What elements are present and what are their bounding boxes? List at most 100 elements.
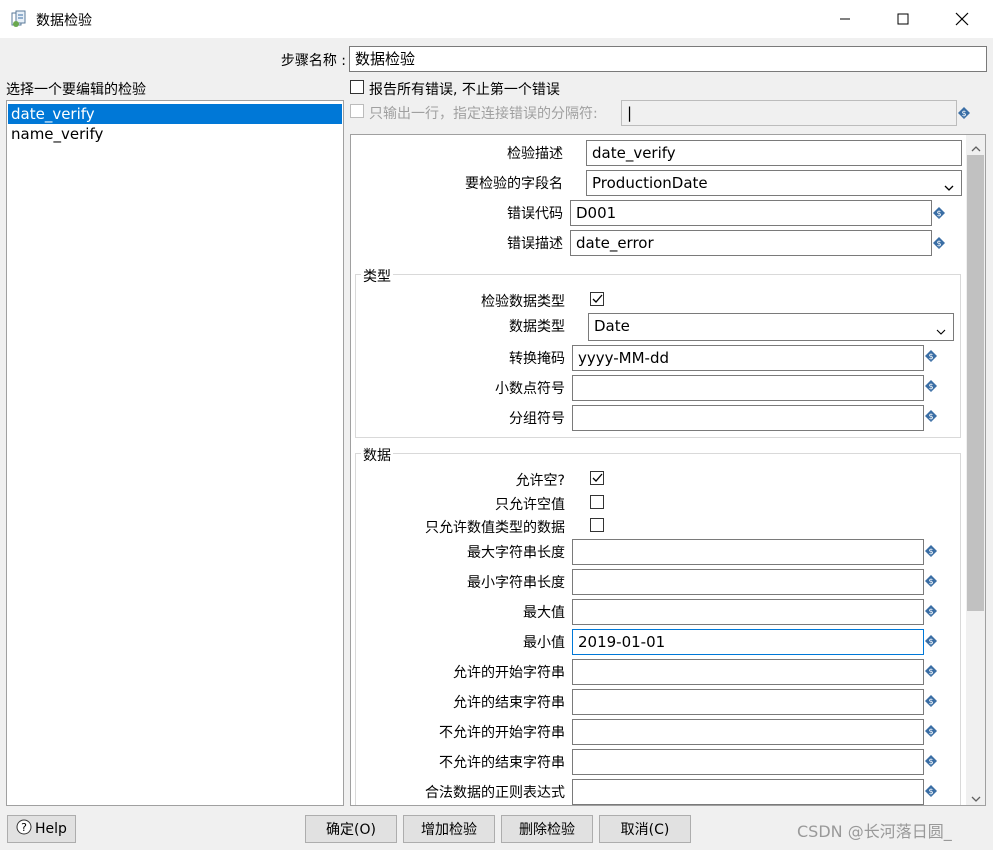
step-name-input[interactable]: 数据检验 <box>349 46 987 72</box>
only-null-label: 只允许空值 <box>495 497 565 513</box>
only-numeric-checkbox[interactable] <box>590 518 604 532</box>
svg-text:$: $ <box>928 787 933 796</box>
single-row-checkbox[interactable] <box>350 104 364 118</box>
svg-text:$: $ <box>928 667 933 676</box>
allow-null-label: 允许空? <box>515 473 565 489</box>
svg-text:?: ? <box>21 821 27 834</box>
variable-icon[interactable]: $ <box>925 755 937 767</box>
data-type-select[interactable]: Date <box>588 313 954 341</box>
start-string-input[interactable] <box>572 659 924 685</box>
description-label: 检验描述 <box>507 146 563 162</box>
data-type-label: 数据类型 <box>509 319 565 335</box>
only-numeric-label: 只允许数值类型的数据 <box>425 520 565 536</box>
svg-text:$: $ <box>928 757 933 766</box>
min-length-input[interactable] <box>572 569 924 595</box>
variable-icon[interactable]: $ <box>925 380 937 392</box>
allow-null-checkbox[interactable] <box>590 471 604 485</box>
min-value-input[interactable]: 2019-01-01 <box>572 629 924 655</box>
svg-text:$: $ <box>928 352 933 361</box>
field-name-label: 要检验的字段名 <box>465 176 563 192</box>
variable-icon[interactable]: $ <box>925 350 937 362</box>
delete-validation-button[interactable]: 删除检验 <box>501 815 593 843</box>
help-label: Help <box>35 821 67 837</box>
not-start-string-label: 不允许的开始字符串 <box>439 725 565 741</box>
report-all-errors-checkbox[interactable] <box>350 80 364 94</box>
variable-icon[interactable]: $ <box>925 575 937 587</box>
svg-text:$: $ <box>928 577 933 586</box>
regex-allowed-label: 合法数据的正则表达式 <box>425 785 565 801</box>
field-name-value: ProductionDate <box>592 174 708 192</box>
decimal-label: 小数点符号 <box>495 381 565 397</box>
start-string-label: 允许的开始字符串 <box>453 665 565 681</box>
window-title: 数据检验 <box>36 13 92 29</box>
help-button[interactable]: ? Help <box>7 815 76 843</box>
report-all-errors-label: 报告所有错误, 不止第一个错误 <box>369 82 560 98</box>
variable-icon[interactable]: $ <box>933 207 945 219</box>
scroll-down-arrow[interactable] <box>971 791 981 807</box>
not-end-string-input[interactable] <box>572 749 924 775</box>
details-scrollbar[interactable] <box>966 135 985 805</box>
data-type-value: Date <box>594 317 630 335</box>
validations-list-header: 选择一个要编辑的检验 <box>6 82 146 98</box>
variable-icon[interactable]: $ <box>925 695 937 707</box>
grouping-input[interactable] <box>572 405 924 431</box>
validation-details-panel: 检验描述 date_verify 要检验的字段名 ProductionDate … <box>350 134 986 806</box>
regex-allowed-input[interactable] <box>572 779 924 805</box>
svg-text:$: $ <box>928 412 933 421</box>
watermark: CSDN @长河落日圆_ <box>797 822 952 841</box>
variable-icon[interactable]: $ <box>933 237 945 249</box>
add-validation-button[interactable]: 增加检验 <box>403 815 495 843</box>
svg-text:$: $ <box>936 239 941 248</box>
separator-input[interactable]: | <box>621 100 957 126</box>
help-icon: ? <box>16 819 32 839</box>
variable-icon[interactable]: $ <box>925 635 937 647</box>
list-item[interactable]: date_verify <box>8 104 342 124</box>
maximize-button[interactable] <box>880 0 926 38</box>
check-type-checkbox[interactable] <box>590 292 604 306</box>
mask-input[interactable]: yyyy-MM-dd <box>572 345 924 371</box>
min-length-label: 最小字符串长度 <box>467 575 565 591</box>
variable-icon[interactable]: $ <box>925 725 937 737</box>
cancel-button[interactable]: 取消(C) <box>599 815 691 843</box>
not-start-string-input[interactable] <box>572 719 924 745</box>
variable-icon[interactable]: $ <box>925 665 937 677</box>
chevron-down-icon <box>943 177 955 195</box>
title-bar: 数据检验 <box>0 0 993 38</box>
type-group-title: 类型 <box>361 266 393 286</box>
variable-icon[interactable]: $ <box>958 107 970 119</box>
field-name-select[interactable]: ProductionDate <box>586 170 962 196</box>
decimal-input[interactable] <box>572 375 924 401</box>
validations-list[interactable]: date_verify name_verify <box>6 100 344 806</box>
single-row-label: 只输出一行，指定连接错误的分隔符: <box>369 106 598 122</box>
svg-text:$: $ <box>928 727 933 736</box>
svg-text:$: $ <box>936 209 941 218</box>
close-button[interactable] <box>939 0 985 38</box>
error-code-label: 错误代码 <box>507 206 563 222</box>
ok-button[interactable]: 确定(O) <box>305 815 397 843</box>
description-input[interactable]: date_verify <box>586 140 962 166</box>
variable-icon[interactable]: $ <box>925 785 937 797</box>
max-length-label: 最大字符串长度 <box>467 545 565 561</box>
grouping-label: 分组符号 <box>509 411 565 427</box>
only-null-checkbox[interactable] <box>590 495 604 509</box>
error-desc-label: 错误描述 <box>507 236 563 252</box>
svg-text:$: $ <box>928 607 933 616</box>
minimize-button[interactable] <box>822 0 868 38</box>
variable-icon[interactable]: $ <box>925 605 937 617</box>
error-code-input[interactable]: D001 <box>570 200 932 226</box>
max-value-input[interactable] <box>572 599 924 625</box>
max-value-label: 最大值 <box>523 605 565 621</box>
error-desc-input[interactable]: date_error <box>570 230 932 256</box>
end-string-input[interactable] <box>572 689 924 715</box>
svg-text:$: $ <box>928 637 933 646</box>
max-length-input[interactable] <box>572 539 924 565</box>
svg-text:$: $ <box>928 547 933 556</box>
variable-icon[interactable]: $ <box>925 545 937 557</box>
svg-text:$: $ <box>928 697 933 706</box>
step-name-label: 步骤名称 : <box>280 53 346 69</box>
list-item[interactable]: name_verify <box>8 124 342 144</box>
scroll-thumb[interactable] <box>967 155 984 611</box>
end-string-label: 允许的结束字符串 <box>453 695 565 711</box>
check-type-label: 检验数据类型 <box>481 294 565 310</box>
variable-icon[interactable]: $ <box>925 410 937 422</box>
